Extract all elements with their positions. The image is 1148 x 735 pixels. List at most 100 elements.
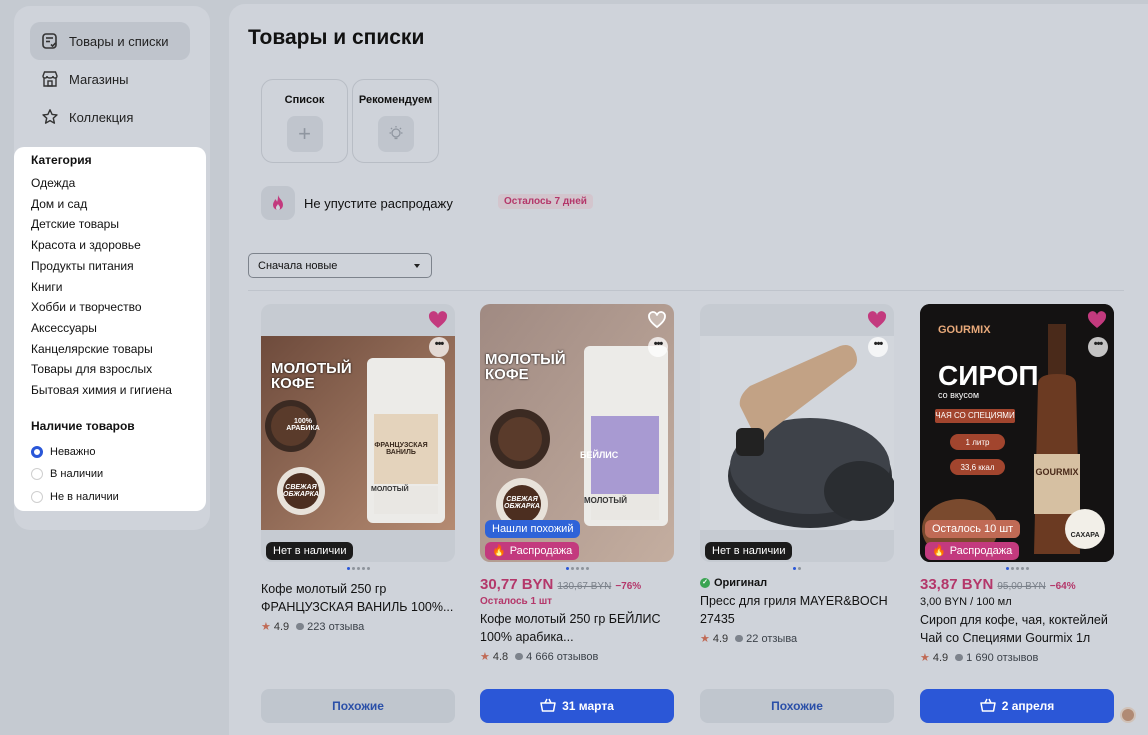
more-options-icon[interactable]: •••: [868, 337, 888, 357]
category-item[interactable]: Книги: [31, 277, 206, 298]
category-item[interactable]: Канцелярские товары: [31, 339, 206, 360]
product-title[interactable]: Пресс для гриля MAYER&BOCH 27435: [700, 592, 894, 628]
image-pager[interactable]: [261, 567, 455, 570]
radio[interactable]: [31, 468, 43, 481]
filter-panel: Категория Одежда Дом и сад Детские товар…: [14, 147, 206, 511]
sort-value: Сначала новые: [258, 259, 338, 272]
category-item[interactable]: Детские товары: [31, 214, 206, 235]
sale-banner-text[interactable]: Не упустите распродажу: [304, 196, 453, 211]
heart-icon[interactable]: [867, 311, 887, 329]
add-to-cart-button[interactable]: 31 марта: [480, 689, 674, 723]
comment-icon: [735, 635, 744, 642]
category-item[interactable]: Дом и сад: [31, 194, 206, 215]
photo-text: СВЕЖАЯ ОБЖАРКА: [504, 496, 540, 510]
more-options-icon[interactable]: •••: [648, 337, 668, 357]
price-row: 30,77 BYN 130,67 BYN −76%: [480, 576, 674, 593]
category-title: Категория: [31, 153, 92, 167]
stock-left: Осталось 1 шт: [480, 596, 553, 607]
similar-button[interactable]: Похожие: [261, 689, 455, 723]
availability-option-any[interactable]: Неважно: [31, 441, 206, 464]
radio-label: В наличии: [50, 468, 104, 481]
category-item[interactable]: Хобби и творчество: [31, 297, 206, 318]
image-pager[interactable]: [480, 567, 674, 570]
product-card[interactable]: МОЛОТЫЙ КОФЕ 100% АРАБИКА СВЕЖАЯ ОБЖАРКА…: [261, 304, 455, 562]
button-label: 31 марта: [562, 699, 614, 713]
stock-left-badge: Осталось 10 шт: [925, 520, 1021, 538]
product-card[interactable]: ••• Нет в наличии: [700, 304, 894, 562]
rating-value: 4.8: [492, 650, 509, 663]
star-icon: ★: [480, 651, 490, 663]
button-label: Похожие: [771, 699, 823, 713]
fire-icon: 🔥: [932, 545, 946, 557]
sale-badge: 🔥 Распродажа: [925, 542, 1020, 560]
more-options-icon[interactable]: •••: [1088, 337, 1108, 357]
review-count[interactable]: 1 690 отзывов: [966, 652, 1038, 664]
store-icon: [40, 69, 60, 89]
product-title[interactable]: Сироп для кофе, чая, коктейлей Чай со Сп…: [920, 611, 1114, 647]
photo-text: 33,6 ккал: [960, 463, 995, 472]
radio-selected[interactable]: [31, 445, 43, 458]
heart-outline-icon[interactable]: [647, 311, 667, 329]
similar-button[interactable]: Похожие: [700, 689, 894, 723]
product-image[interactable]: ••• Нет в наличии: [700, 304, 894, 562]
availability-title: Наличие товаров: [31, 418, 135, 433]
tile-label: Список: [284, 94, 325, 106]
category-item[interactable]: Аксессуары: [31, 318, 206, 339]
image-pager[interactable]: [700, 567, 894, 570]
photo-text: СВЕЖАЯ ОБЖАРКА: [283, 484, 319, 498]
category-item[interactable]: Бытовая химия и гигиена: [31, 380, 206, 401]
product-title[interactable]: Кофе молотый 250 гр БЕЙЛИС 100% арабика.…: [480, 610, 674, 646]
photo-text: GOURMIX: [938, 324, 991, 336]
review-count[interactable]: 223 отзыва: [307, 621, 364, 633]
sidebar-item-stores[interactable]: Магазины: [30, 60, 190, 98]
plus-icon[interactable]: +: [286, 116, 323, 152]
image-pager[interactable]: [920, 567, 1114, 570]
rating-value: 4.9: [712, 632, 729, 645]
photo-text: со вкусом: [938, 390, 980, 400]
availability-option-in-stock[interactable]: В наличии: [31, 463, 206, 486]
category-item[interactable]: Красота и здоровье: [31, 235, 206, 256]
sidebar-item-products-lists[interactable]: Товары и списки: [30, 22, 190, 60]
badge-label: Распродажа: [509, 545, 573, 557]
out-of-stock-badge: Нет в наличии: [705, 542, 793, 560]
avatar[interactable]: [1120, 707, 1136, 723]
photo-text: САХАРА: [1070, 532, 1100, 539]
rating-value: 4.9: [932, 651, 949, 664]
availability-option-out-of-stock[interactable]: Не в наличии: [31, 486, 206, 509]
star-icon: ★: [700, 633, 710, 645]
fire-icon: [261, 186, 295, 220]
found-similar-badge[interactable]: Нашли похожий: [485, 520, 581, 538]
add-to-cart-button[interactable]: 2 апреля: [920, 689, 1114, 723]
new-list-tile[interactable]: Список +: [261, 79, 348, 163]
price: 30,77 BYN: [480, 576, 554, 593]
more-options-icon[interactable]: •••: [429, 337, 449, 357]
recommended-tile[interactable]: Рекомендуем: [352, 79, 439, 163]
photo-text: КОФЕ: [271, 375, 315, 392]
photo-text: 100% АРАБИКА: [286, 418, 320, 432]
product-image[interactable]: МОЛОТЫЙ КОФЕ 100% АРАБИКА СВЕЖАЯ ОБЖАРКА…: [261, 304, 455, 562]
sidebar-item-collection[interactable]: Коллекция: [30, 98, 190, 136]
photo-text: МОЛОТЫЙ: [485, 351, 566, 368]
radio[interactable]: [31, 490, 43, 503]
product-card[interactable]: МОЛОТЫЙ КОФЕ БЕЙЛИС СВЕЖАЯ ОБЖАРКА МОЛОТ…: [480, 304, 674, 562]
review-count[interactable]: 22 отзыва: [746, 633, 797, 645]
sale-badge: 🔥 Распродажа: [485, 542, 580, 560]
heart-icon[interactable]: [1087, 311, 1107, 329]
sort-select[interactable]: Сначала новые: [248, 253, 432, 278]
photo-text: 1 литр: [965, 438, 990, 447]
product-title[interactable]: Кофе молотый 250 гр ФРАНЦУЗСКАЯ ВАНИЛЬ 1…: [261, 580, 455, 616]
chevron-down-icon: [414, 264, 420, 268]
sidebar-item-label: Коллекция: [69, 109, 134, 125]
badge-label: Распродажа: [949, 545, 1013, 557]
category-item[interactable]: Товары для взрослых: [31, 359, 206, 380]
sale-days-badge: Осталось 7 дней: [498, 194, 593, 209]
category-item[interactable]: Продукты питания: [31, 256, 206, 277]
product-image[interactable]: МОЛОТЫЙ КОФЕ БЕЙЛИС СВЕЖАЯ ОБЖАРКА МОЛОТ…: [480, 304, 674, 562]
heart-icon[interactable]: [428, 311, 448, 329]
category-item[interactable]: Одежда: [31, 173, 206, 194]
lightbulb-icon[interactable]: [377, 116, 414, 152]
product-image[interactable]: GOURMIX СИРОП со вкусом ЧАЯ СО СПЕЦИЯМИ …: [920, 304, 1114, 562]
tile-label: Рекомендуем: [358, 94, 433, 106]
review-count[interactable]: 4 666 отзывов: [526, 651, 598, 663]
product-card[interactable]: GOURMIX СИРОП со вкусом ЧАЯ СО СПЕЦИЯМИ …: [920, 304, 1114, 562]
